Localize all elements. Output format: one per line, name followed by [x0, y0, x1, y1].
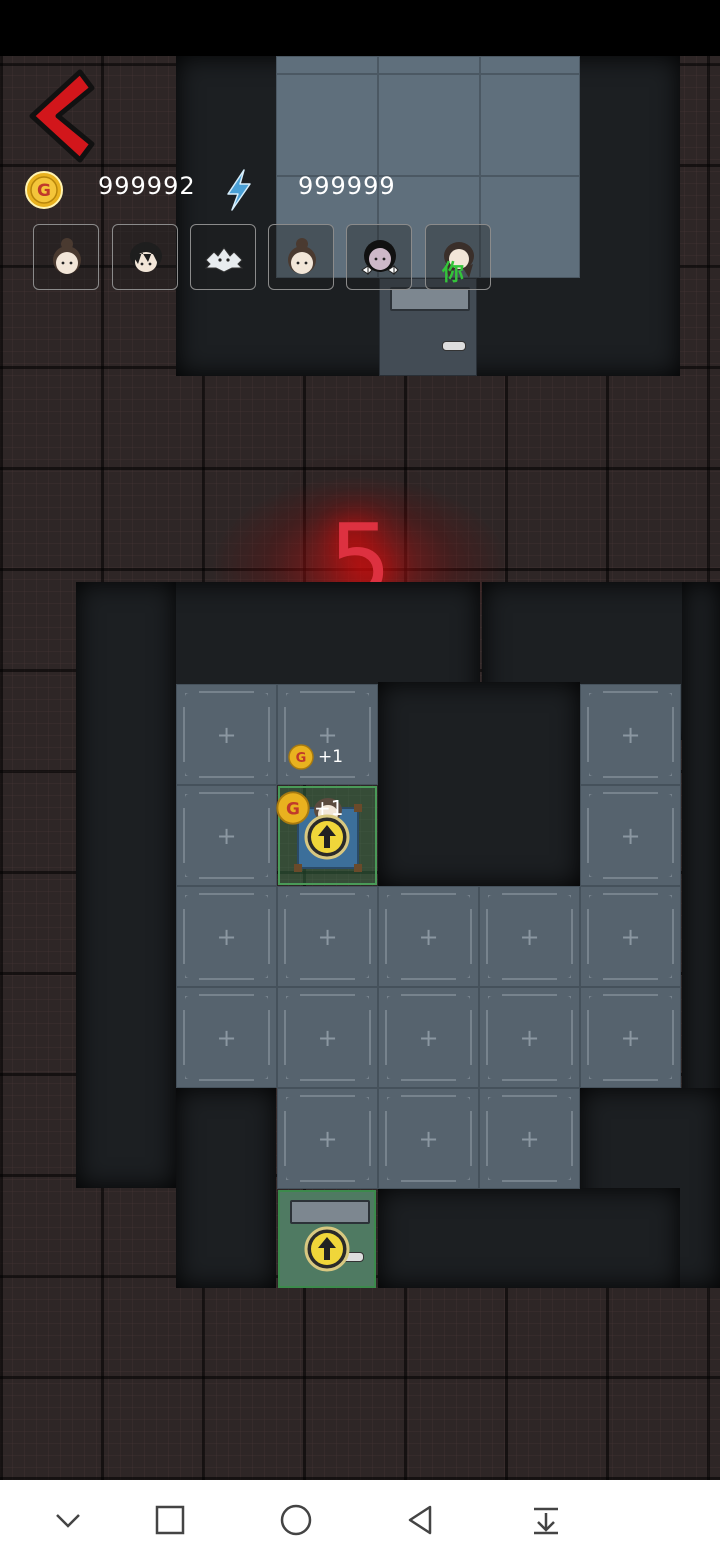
- svg-text:G: G: [296, 751, 307, 766]
- add-icon: +: [216, 1023, 237, 1052]
- add-icon: +: [620, 821, 641, 850]
- recents-square-icon[interactable]: [150, 1500, 190, 1540]
- back-button[interactable]: [22, 66, 102, 166]
- floor-tile[interactable]: +: [580, 886, 681, 987]
- avatar-slot[interactable]: [346, 224, 412, 290]
- upgrade-door-button[interactable]: [304, 1226, 350, 1272]
- add-icon: +: [418, 1124, 439, 1153]
- floor-tile[interactable]: +: [176, 684, 277, 785]
- floor-tile[interactable]: +: [580, 785, 681, 886]
- svg-text:G: G: [37, 181, 51, 201]
- add-icon: +: [418, 1023, 439, 1052]
- ghost-avatar-icon: [204, 247, 244, 273]
- coin-icon: G: [288, 744, 314, 770]
- coin-reward-text: +1: [318, 747, 344, 767]
- coin-count: 999992: [98, 172, 196, 200]
- chevron-down-icon[interactable]: [48, 1500, 88, 1540]
- floor-tile[interactable]: +: [176, 886, 277, 987]
- coin-icon: G: [25, 171, 63, 209]
- floor-tile[interactable]: +: [580, 684, 681, 785]
- add-icon: +: [317, 922, 338, 951]
- add-icon: +: [620, 720, 641, 749]
- floor-tile[interactable]: +: [378, 886, 479, 987]
- girl-avatar-icon: [288, 238, 316, 274]
- door-window: [290, 1200, 370, 1224]
- back-triangle-icon[interactable]: [400, 1500, 440, 1540]
- add-icon: +: [317, 1124, 338, 1153]
- add-icon: +: [418, 922, 439, 951]
- add-icon: +: [216, 720, 237, 749]
- floor-tile[interactable]: +: [580, 987, 681, 1088]
- collapse-down-icon[interactable]: [526, 1500, 566, 1540]
- coin-reward-popup: G +1: [276, 791, 343, 825]
- bow-girl-avatar-icon: [361, 240, 399, 276]
- wall: [176, 1088, 276, 1288]
- floor-tile[interactable]: +: [479, 987, 580, 1088]
- boy-avatar-icon: [130, 242, 162, 272]
- energy-count: 999999: [298, 172, 396, 200]
- avatar-slot[interactable]: [112, 224, 178, 290]
- floor-tile[interactable]: +: [378, 987, 479, 1088]
- door-handle: [442, 341, 466, 351]
- avatar-slot-player[interactable]: 你: [425, 224, 491, 290]
- you-label: 你: [442, 261, 465, 286]
- add-icon: +: [620, 1023, 641, 1052]
- floor-tile[interactable]: +: [277, 1088, 378, 1189]
- floor-tile[interactable]: +: [479, 1088, 580, 1189]
- girl-avatar-icon: [53, 238, 81, 274]
- home-circle-icon[interactable]: [276, 1500, 316, 1540]
- svg-text:G: G: [286, 800, 300, 820]
- add-icon: +: [519, 922, 540, 951]
- door-window: [390, 287, 470, 311]
- floor-tile[interactable]: +: [176, 987, 277, 1088]
- avatar-slot[interactable]: [268, 224, 334, 290]
- status-bar: [0, 0, 720, 56]
- add-icon: +: [216, 821, 237, 850]
- avatar-slot[interactable]: [190, 224, 256, 290]
- wall: [378, 682, 580, 886]
- wall: [76, 582, 176, 1188]
- add-icon: +: [620, 922, 641, 951]
- add-icon: +: [317, 1023, 338, 1052]
- top-door[interactable]: [379, 278, 477, 376]
- coin-reward-text: +1: [314, 796, 344, 820]
- add-icon: +: [519, 1023, 540, 1052]
- wall: [378, 1188, 680, 1288]
- floor-tile[interactable]: +: [378, 1088, 479, 1189]
- floor-tile[interactable]: +: [277, 886, 378, 987]
- floor-tile[interactable]: +: [277, 987, 378, 1088]
- energy-icon: [227, 169, 251, 211]
- coin-icon: G: [276, 791, 310, 825]
- add-icon: +: [216, 922, 237, 951]
- avatar-slot[interactable]: [33, 224, 99, 290]
- floor-tile[interactable]: +: [479, 886, 580, 987]
- add-icon: +: [519, 1124, 540, 1153]
- floor-tile[interactable]: +: [176, 785, 277, 886]
- system-nav-bar: [0, 1480, 720, 1560]
- coin-reward-popup: G +1: [288, 744, 343, 770]
